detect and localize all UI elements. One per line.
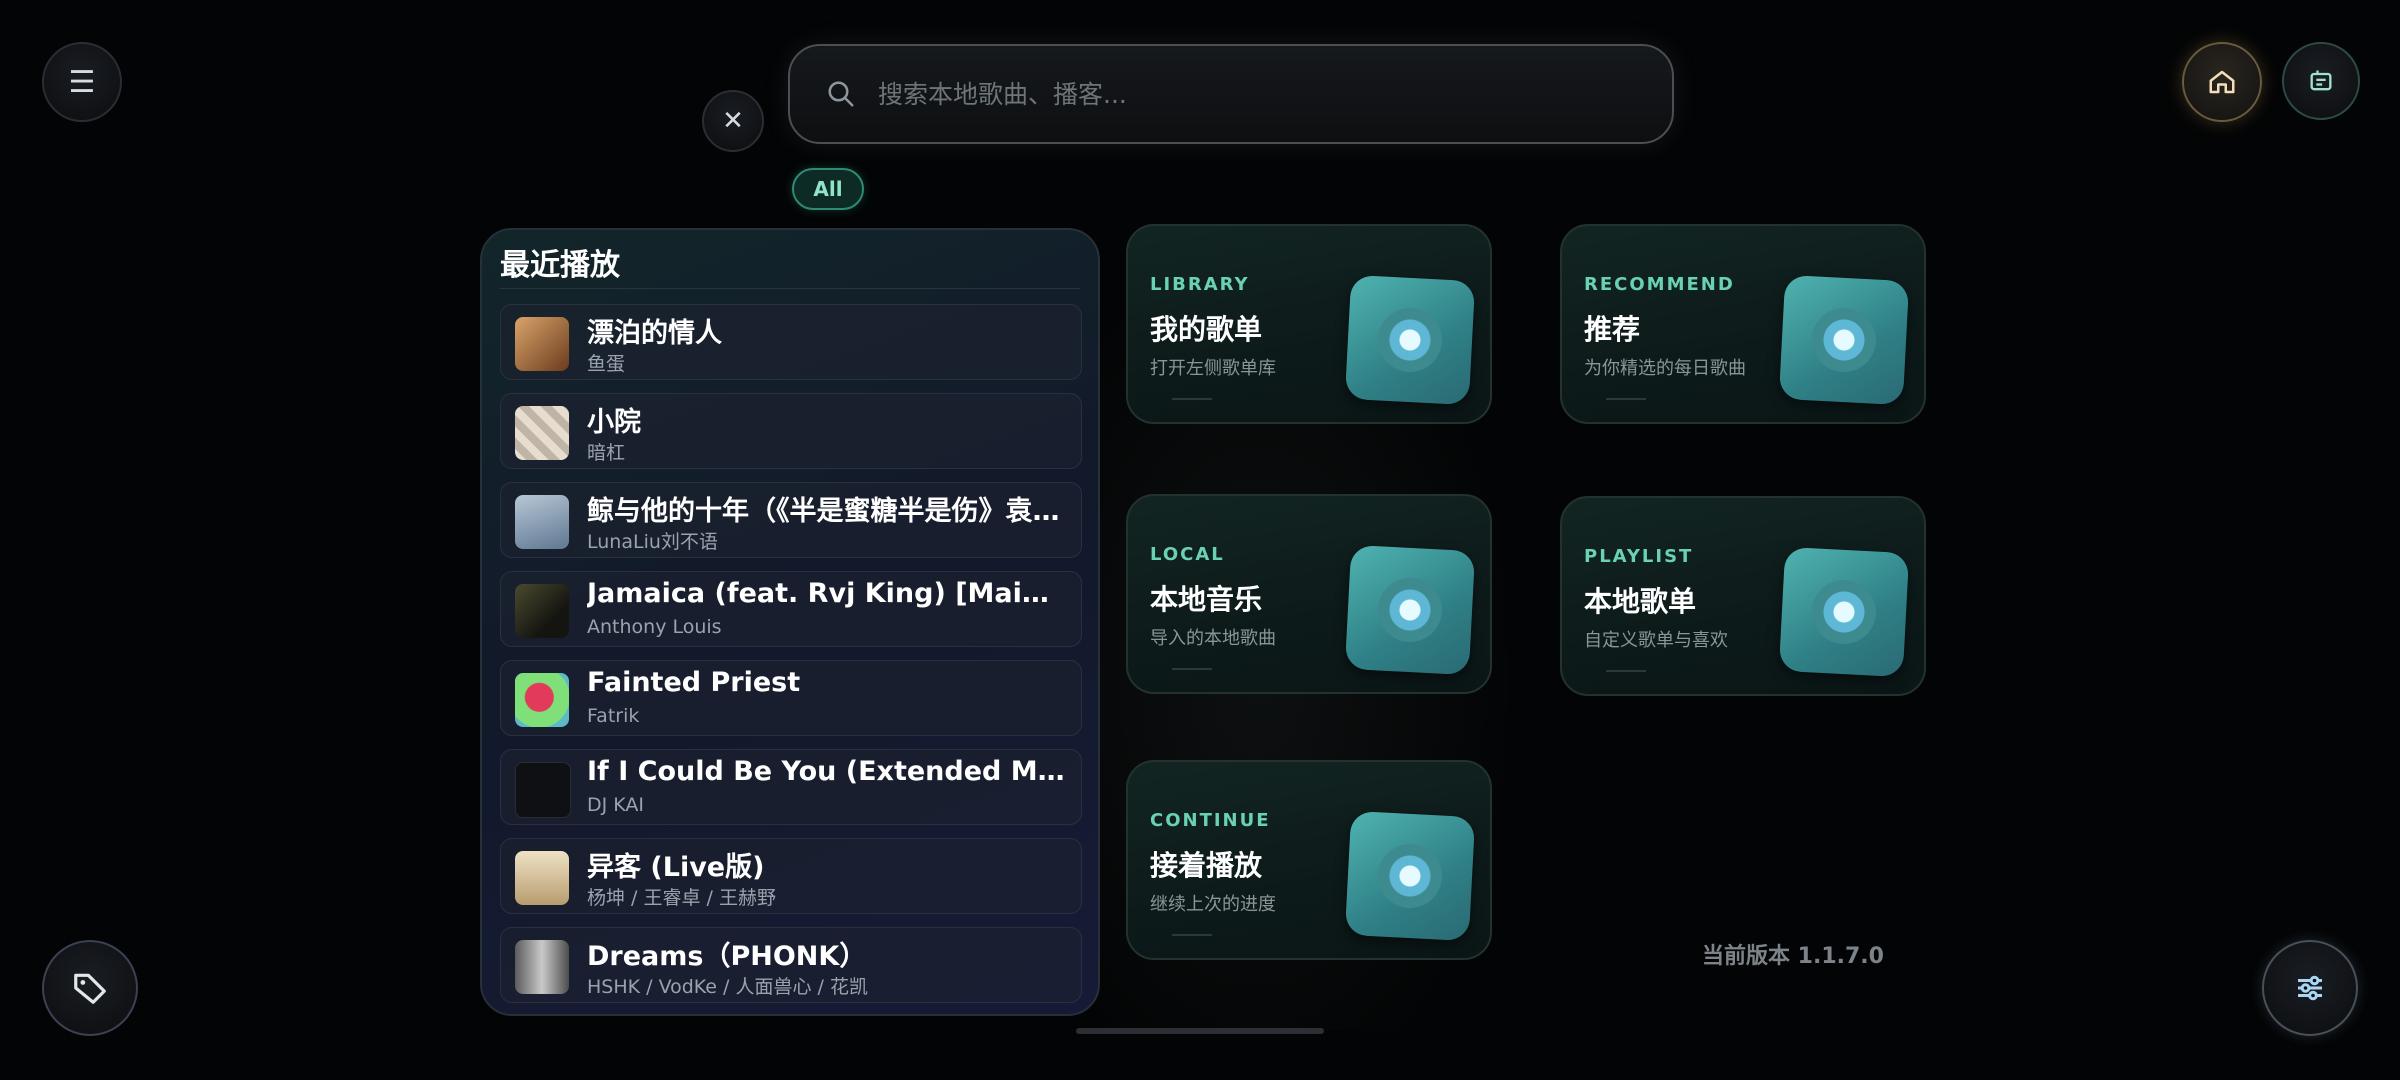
- album-cover: [515, 584, 569, 638]
- list-item[interactable]: 漂泊的情人 鱼蛋: [500, 304, 1082, 380]
- card-subtitle: 为你精选的每日歌曲: [1584, 358, 1746, 379]
- disc-icon: [1778, 546, 1910, 678]
- recent-plays-panel: 最近播放 漂泊的情人 鱼蛋 小院 暗杠 鲸与他的十年（《半是蜜糖半是伤》袁… L…: [480, 228, 1100, 1016]
- disc-icon: [1778, 274, 1910, 406]
- song-title: Fainted Priest: [587, 667, 801, 698]
- album-cover: [515, 317, 569, 371]
- song-title: Dreams（PHONK）: [587, 941, 867, 972]
- card-eyebrow: LIBRARY: [1150, 274, 1250, 295]
- news-button[interactable]: [2282, 42, 2360, 120]
- list-item[interactable]: 异客 (Live版) 杨坤 / 王睿卓 / 王赫野: [500, 838, 1082, 914]
- card-decoration: [1172, 398, 1212, 400]
- card-subtitle: 导入的本地歌曲: [1150, 628, 1276, 649]
- album-cover: [515, 762, 571, 818]
- card-playlist[interactable]: PLAYLIST 本地歌单 自定义歌单与喜欢: [1560, 496, 1926, 696]
- card-title: 接着播放: [1150, 849, 1263, 882]
- song-title: Jamaica (feat. Rvj King) [Main Ver…: [587, 578, 1067, 609]
- card-decoration: [1172, 934, 1212, 936]
- list-item[interactable]: Dreams（PHONK） HSHK / VodKe / 人面兽心 / 花凯: [500, 927, 1082, 1003]
- sliders-icon: [2298, 975, 2322, 1001]
- close-icon: ✕: [722, 106, 744, 136]
- album-cover: [515, 495, 569, 549]
- version-label: 当前版本 1.1.7.0: [1702, 944, 1884, 969]
- song-title: 鲸与他的十年（《半是蜜糖半是伤》袁…: [587, 496, 1060, 527]
- divider: [500, 288, 1080, 289]
- news-icon: [2310, 70, 2332, 91]
- card-title: 本地音乐: [1150, 583, 1263, 616]
- search-bar[interactable]: [788, 44, 1674, 144]
- close-search-button[interactable]: ✕: [702, 90, 764, 152]
- home-button[interactable]: [2182, 42, 2262, 122]
- card-decoration: [1172, 668, 1212, 670]
- card-subtitle: 自定义歌单与喜欢: [1584, 630, 1728, 651]
- card-decoration: [1606, 398, 1646, 400]
- home-icon: [2209, 70, 2235, 94]
- menu-icon: ☰: [68, 64, 96, 100]
- album-cover: [515, 406, 569, 460]
- card-continue[interactable]: CONTINUE 接着播放 继续上次的进度: [1126, 760, 1492, 960]
- menu-button[interactable]: ☰: [42, 42, 122, 122]
- equalizer-button[interactable]: [2262, 940, 2358, 1036]
- album-cover: [515, 940, 569, 994]
- disc-icon: [1344, 544, 1476, 676]
- song-artist: Fatrik: [587, 705, 640, 727]
- card-eyebrow: PLAYLIST: [1584, 546, 1694, 567]
- home-indicator: [1076, 1028, 1324, 1034]
- filter-chip-all[interactable]: All: [792, 168, 864, 210]
- chip-label: All: [813, 177, 843, 201]
- card-subtitle: 继续上次的进度: [1150, 894, 1276, 915]
- card-title: 我的歌单: [1150, 313, 1263, 346]
- album-cover: [515, 851, 569, 905]
- search-input[interactable]: [876, 78, 1640, 110]
- card-library[interactable]: LIBRARY 我的歌单 打开左侧歌单库: [1126, 224, 1492, 424]
- disc-icon: [1344, 810, 1476, 942]
- song-artist: HSHK / VodKe / 人面兽心 / 花凯: [587, 976, 868, 998]
- song-artist: DJ KAI: [587, 794, 644, 816]
- song-artist: 鱼蛋: [587, 353, 626, 375]
- album-cover: [515, 673, 569, 727]
- list-item[interactable]: If I Could Be You (Extended Mix) DJ KAI: [500, 749, 1082, 825]
- song-artist: LunaLiu刘不语: [587, 531, 718, 553]
- card-title: 推荐: [1584, 313, 1641, 346]
- song-title: 异客 (Live版): [587, 852, 765, 883]
- card-title: 本地歌单: [1584, 585, 1697, 618]
- song-title: 漂泊的情人: [587, 318, 722, 349]
- list-item[interactable]: Fainted Priest Fatrik: [500, 660, 1082, 736]
- card-decoration: [1606, 670, 1646, 672]
- tag-icon: [74, 973, 106, 1004]
- list-item[interactable]: 小院 暗杠: [500, 393, 1082, 469]
- card-local[interactable]: LOCAL 本地音乐 导入的本地歌曲: [1126, 494, 1492, 694]
- card-eyebrow: LOCAL: [1150, 544, 1225, 565]
- song-artist: Anthony Louis: [587, 616, 722, 638]
- song-title: 小院: [587, 407, 641, 438]
- list-item[interactable]: 鲸与他的十年（《半是蜜糖半是伤》袁… LunaLiu刘不语: [500, 482, 1082, 558]
- song-artist: 杨坤 / 王睿卓 / 王赫野: [587, 887, 776, 909]
- search-icon: [828, 81, 854, 107]
- song-title: If I Could Be You (Extended Mix): [587, 756, 1067, 787]
- disc-icon: [1344, 274, 1476, 406]
- card-eyebrow: RECOMMEND: [1584, 274, 1735, 295]
- panel-title: 最近播放: [500, 248, 620, 283]
- song-artist: 暗杠: [587, 442, 626, 464]
- card-eyebrow: CONTINUE: [1150, 810, 1271, 831]
- card-subtitle: 打开左侧歌单库: [1150, 358, 1276, 379]
- list-item[interactable]: Jamaica (feat. Rvj King) [Main Ver… Anth…: [500, 571, 1082, 647]
- tag-button[interactable]: [42, 940, 138, 1036]
- card-recommend[interactable]: RECOMMEND 推荐 为你精选的每日歌曲: [1560, 224, 1926, 424]
